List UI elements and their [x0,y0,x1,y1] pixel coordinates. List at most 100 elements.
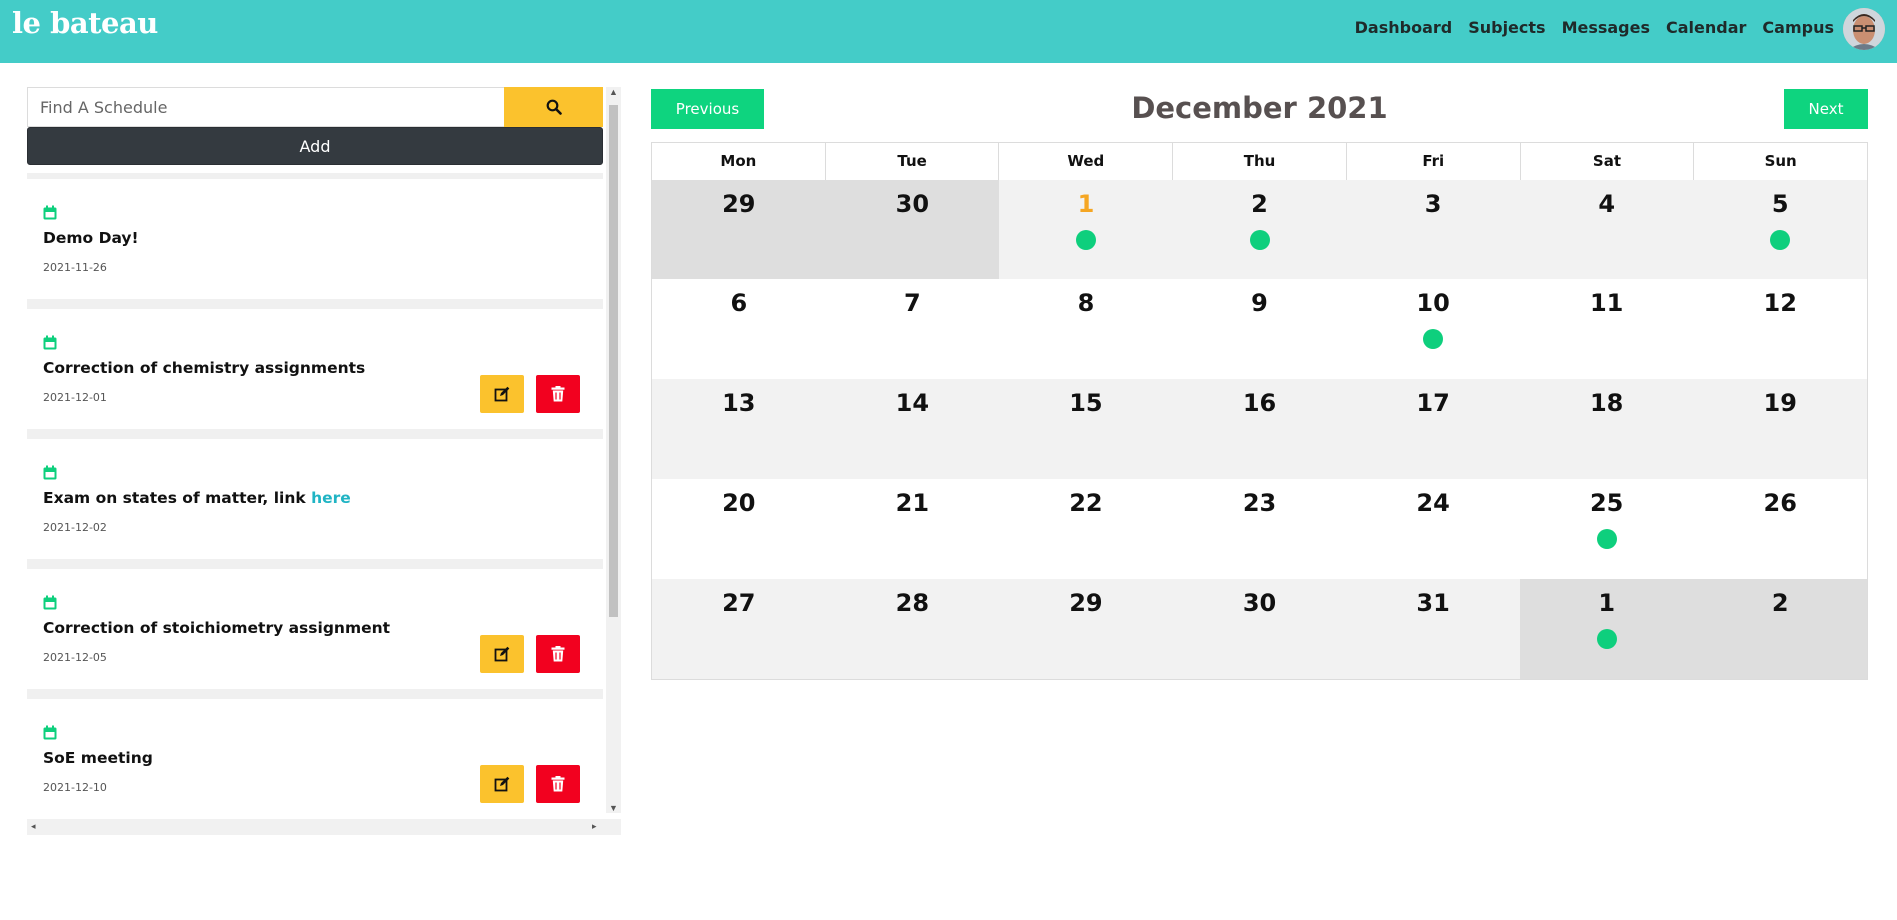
scroll-up-icon[interactable]: ▲ [609,87,618,97]
calendar-day[interactable]: 11 [1519,279,1694,379]
list-item[interactable]: Correction of chemistry assignments 2021… [27,309,603,429]
day-number: 8 [1077,289,1095,317]
calendar-day[interactable]: 1 [1519,579,1694,679]
day-number: 29 [722,190,756,218]
nav-calendar[interactable]: Calendar [1666,18,1746,37]
event-dot[interactable] [1770,230,1791,250]
delete-button[interactable] [536,375,580,413]
item-link[interactable]: here [311,489,351,507]
calendar-day[interactable]: 6 [652,279,826,379]
day-number: 7 [904,289,921,317]
vertical-scrollbar[interactable]: ▲ ▼ [606,87,621,813]
calendar-day[interactable]: 30 [1172,579,1347,679]
calendar-day[interactable]: 19 [1693,379,1868,479]
calendar-day[interactable]: 5 [1693,180,1868,279]
avatar[interactable] [1843,8,1885,50]
weekday-label: Mon [652,143,826,180]
day-number: 2 [1771,589,1789,617]
day-number: 11 [1589,289,1624,317]
item-title: Demo Day! [43,229,139,247]
calendar-day[interactable]: 31 [1346,579,1520,679]
calendar-day[interactable]: 1 [999,180,1173,279]
event-dot[interactable] [1423,329,1444,349]
search-input[interactable] [27,87,504,127]
list-item[interactable]: Exam on states of matter, link here 2021… [27,439,603,559]
previous-month-button[interactable]: Previous [651,89,764,129]
calendar-day[interactable]: 24 [1346,479,1520,579]
event-dot[interactable] [1249,230,1270,250]
day-number: 3 [1424,190,1442,218]
search-button[interactable] [504,87,603,127]
list-item[interactable]: Correction of stoichiometry assignment 2… [27,569,603,689]
day-number: 2 [1251,190,1268,218]
calendar-day[interactable]: 7 [825,279,1000,379]
event-dot[interactable] [1596,529,1617,549]
calendar-day[interactable]: 16 [1172,379,1347,479]
next-month-button[interactable]: Next [1784,89,1868,129]
calendar-day[interactable]: 17 [1346,379,1520,479]
calendar-icon [43,335,57,350]
day-number: 14 [895,389,930,417]
calendar-icon [43,205,57,220]
calendar-day[interactable]: 4 [1519,180,1694,279]
calendar-day[interactable]: 15 [999,379,1173,479]
nav-dashboard[interactable]: Dashboard [1355,18,1453,37]
day-number: 23 [1242,489,1277,517]
calendar-day[interactable]: 2 [1693,579,1868,679]
calendar-day[interactable]: 8 [999,279,1173,379]
calendar-day[interactable]: 2 [1172,180,1347,279]
day-number: 6 [730,289,748,317]
item-date: 2021-12-02 [43,521,107,534]
nav-messages[interactable]: Messages [1562,18,1650,37]
edit-button[interactable] [480,375,524,413]
calendar-day[interactable]: 29 [999,579,1173,679]
calendar-day[interactable]: 25 [1519,479,1694,579]
event-dot[interactable] [1075,230,1096,250]
weekday-label: Tue [826,143,1000,180]
day-number: 24 [1416,489,1450,517]
calendar-day[interactable]: 13 [652,379,826,479]
calendar-day[interactable]: 21 [825,479,1000,579]
calendar-day[interactable]: 29 [652,180,826,279]
calendar-day[interactable]: 9 [1172,279,1347,379]
trash-icon [551,776,565,792]
nav-campus[interactable]: Campus [1762,18,1834,37]
scroll-left-icon[interactable]: ◂ [31,821,36,832]
day-number: 5 [1771,190,1789,218]
day-number: 29 [1069,589,1103,617]
list-item[interactable]: Demo Day! 2021-11-26 [27,179,603,299]
delete-button[interactable] [536,765,580,803]
calendar-day[interactable]: 14 [825,379,1000,479]
calendar-day[interactable]: 3 [1346,180,1520,279]
schedule-list[interactable]: Demo Day! 2021-11-26 Correction of chemi… [27,173,603,813]
edit-button[interactable] [480,635,524,673]
edit-button[interactable] [480,765,524,803]
search-icon [546,99,562,115]
event-dot[interactable] [1596,629,1617,649]
calendar-day[interactable]: 23 [1172,479,1347,579]
calendar-day[interactable]: 22 [999,479,1173,579]
calendar-day[interactable]: 26 [1693,479,1868,579]
scroll-right-icon[interactable]: ▸ [592,821,597,832]
delete-button[interactable] [536,635,580,673]
calendar-icon [43,465,57,480]
calendar-day[interactable]: 27 [652,579,826,679]
scroll-down-icon[interactable]: ▼ [609,803,618,813]
nav-subjects[interactable]: Subjects [1468,18,1545,37]
day-number: 26 [1763,489,1797,517]
calendar-day[interactable]: 18 [1519,379,1694,479]
edit-icon [494,776,510,792]
add-schedule-button[interactable]: Add [27,127,603,165]
calendar-day[interactable]: 30 [825,180,1000,279]
calendar-day[interactable]: 12 [1693,279,1868,379]
calendar-day[interactable]: 20 [652,479,826,579]
calendar-day[interactable]: 28 [825,579,1000,679]
calendar-week: 13 14 15 16 17 18 19 [652,379,1868,479]
list-item[interactable]: SoE meeting 2021-12-10 [27,699,603,813]
calendar-icon [43,595,57,610]
scrollbar-thumb[interactable] [609,105,618,617]
day-number: 28 [895,589,930,617]
calendar-day[interactable]: 10 [1346,279,1520,379]
horizontal-scrollbar[interactable]: ◂ ▸ [27,819,621,835]
brand-logo[interactable]: le bateau [12,6,158,40]
